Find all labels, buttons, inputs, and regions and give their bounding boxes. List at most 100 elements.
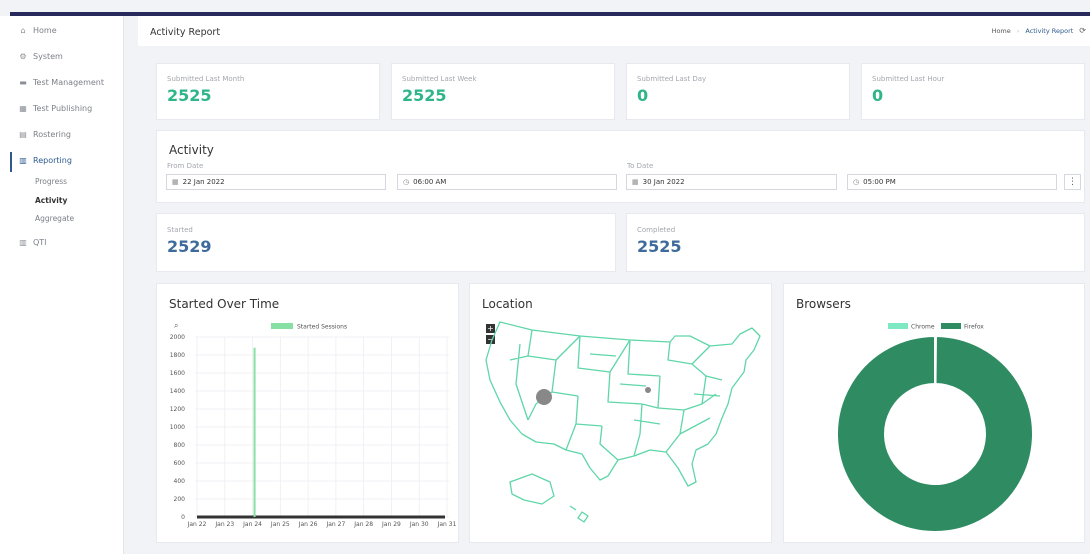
stat-card-last-hour: Submitted Last Hour 0 bbox=[861, 63, 1085, 120]
sidebar-subitem-progress[interactable]: Progress bbox=[35, 177, 67, 186]
x-tick-label: Jan 22 bbox=[187, 521, 207, 528]
kebab-icon: ⋮ bbox=[1068, 177, 1077, 187]
sidebar-item-label: Home bbox=[33, 26, 57, 35]
stat-value: 2525 bbox=[402, 86, 447, 105]
stat-label: Submitted Last Day bbox=[637, 75, 707, 83]
from-time-input[interactable]: ◷ 06:00 AM bbox=[397, 174, 617, 190]
breadcrumb-separator-icon: › bbox=[1016, 26, 1020, 35]
y-tick-label: 1000 bbox=[170, 424, 185, 431]
completed-label: Completed bbox=[637, 226, 676, 234]
y-tick-label: 1800 bbox=[170, 352, 185, 359]
sidebar-item-reporting[interactable]: ▥ Reporting bbox=[18, 156, 72, 165]
stat-label: Submitted Last Week bbox=[402, 75, 477, 83]
sidebar-item-label: System bbox=[33, 52, 63, 61]
to-date-label: To Date bbox=[627, 162, 654, 170]
to-date-input[interactable]: ▦ 30 Jan 2022 bbox=[626, 174, 837, 190]
breadcrumb-home[interactable]: Home bbox=[992, 27, 1011, 35]
stat-value: 2525 bbox=[167, 86, 212, 105]
x-tick-label: Jan 23 bbox=[214, 521, 234, 528]
completed-card: Completed 2525 bbox=[626, 213, 1085, 272]
legend-swatch-firefox bbox=[941, 323, 961, 329]
y-tick-label: 600 bbox=[174, 460, 186, 467]
sidebar-item-label: Rostering bbox=[33, 130, 71, 139]
location-marker-small bbox=[645, 387, 651, 393]
y-tick-label: 1600 bbox=[170, 370, 185, 377]
sidebar-item-system[interactable]: ⚙ System bbox=[18, 52, 63, 61]
publish-icon: ▦ bbox=[19, 104, 27, 113]
legend-swatch-chrome bbox=[888, 323, 908, 329]
sidebar-item-label: Test Management bbox=[33, 78, 104, 87]
hawaii-shape bbox=[569, 505, 589, 523]
home-icon: ⌂ bbox=[20, 26, 26, 35]
started-over-time-card: Started Over Time ⌕ Started Sessions 0 200… bbox=[156, 283, 459, 543]
from-date-label: From Date bbox=[167, 162, 204, 170]
started-value: 2529 bbox=[167, 237, 212, 256]
us-outline bbox=[485, 321, 761, 487]
x-tick-label: Jan 28 bbox=[353, 521, 373, 528]
breadcrumb-current: Activity Report bbox=[1025, 26, 1074, 35]
calendar-icon: ▦ bbox=[632, 178, 639, 186]
folder-icon: ▬ bbox=[19, 78, 27, 87]
x-tick-label: Jan 30 bbox=[409, 521, 429, 528]
sidebar-subitem-activity[interactable]: Activity bbox=[35, 196, 67, 205]
more-options-button[interactable]: ⋮ bbox=[1064, 174, 1081, 190]
sidebar-item-home[interactable]: ⌂ Home bbox=[18, 26, 57, 35]
location-card: Location + − bbox=[469, 283, 772, 543]
page-title: Activity Report bbox=[150, 27, 221, 38]
x-tick-label: Jan 31 bbox=[437, 521, 457, 528]
sidebar-item-test-publishing[interactable]: ▦ Test Publishing bbox=[18, 104, 92, 113]
started-card: Started 2529 bbox=[156, 213, 616, 272]
browsers-chart: Chrome Firefox bbox=[836, 323, 1034, 533]
x-tick-label: Jan 25 bbox=[270, 521, 290, 528]
legend-label-chrome: Chrome bbox=[911, 324, 935, 331]
active-indicator bbox=[10, 152, 12, 172]
clock-icon: ◷ bbox=[853, 178, 860, 186]
y-tick-label: 800 bbox=[174, 442, 186, 449]
from-date-value: 22 Jan 2022 bbox=[182, 178, 225, 186]
refresh-icon[interactable]: ⟳ bbox=[1079, 26, 1086, 35]
browsers-card: Browsers Chrome Firefox bbox=[783, 283, 1085, 543]
sidebar-item-label: Reporting bbox=[33, 156, 72, 165]
y-tick-label: 400 bbox=[174, 478, 186, 485]
legend-swatch-started-sessions bbox=[271, 323, 293, 329]
x-tick-label: Jan 27 bbox=[325, 521, 345, 528]
from-date-input[interactable]: ▦ 22 Jan 2022 bbox=[166, 174, 386, 190]
sidebar-item-qti[interactable]: ▥ QTI bbox=[18, 238, 47, 247]
y-tick-label: 200 bbox=[174, 496, 186, 503]
from-time-value: 06:00 AM bbox=[413, 178, 447, 186]
stat-label: Submitted Last Hour bbox=[872, 75, 945, 83]
activity-title: Activity bbox=[169, 143, 214, 157]
stat-value: 0 bbox=[637, 86, 649, 105]
y-tick-label: 2000 bbox=[170, 334, 185, 341]
location-marker-large bbox=[536, 389, 552, 405]
started-over-time-chart: Started Sessions 0 200 400 600 800 1000 1200 140… bbox=[170, 323, 457, 528]
completed-value: 2525 bbox=[637, 237, 682, 256]
sidebar-subitem-aggregate[interactable]: Aggregate bbox=[35, 214, 74, 223]
sidebar-item-rostering[interactable]: ▤ Rostering bbox=[18, 130, 71, 139]
sidebar bbox=[0, 16, 124, 554]
alaska-shape bbox=[509, 473, 555, 505]
activity-filter-card: Activity bbox=[156, 130, 1085, 203]
to-time-input[interactable]: ◷ 05:00 PM bbox=[847, 174, 1057, 190]
sidebar-item-label: Test Publishing bbox=[33, 104, 93, 113]
roster-icon: ▤ bbox=[19, 130, 27, 139]
calendar-icon: ▦ bbox=[172, 178, 179, 186]
stat-label: Submitted Last Month bbox=[167, 75, 245, 83]
stat-card-last-week: Submitted Last Week 2525 bbox=[391, 63, 615, 120]
page-header: Activity Report Home › Activity Report ⟳ bbox=[138, 16, 1090, 46]
slice-firefox bbox=[836, 334, 1034, 533]
x-tick-label: Jan 24 bbox=[242, 521, 262, 528]
stat-card-last-month: Submitted Last Month 2525 bbox=[156, 63, 380, 120]
clock-icon: ◷ bbox=[403, 178, 410, 186]
sidebar-item-label: QTI bbox=[33, 238, 47, 247]
breadcrumb: Home › Activity Report ⟳ bbox=[992, 26, 1086, 35]
y-tick-label: 1400 bbox=[170, 388, 185, 395]
legend-label-started-sessions: Started Sessions bbox=[297, 324, 347, 331]
started-label: Started bbox=[167, 226, 193, 234]
sidebar-item-test-management[interactable]: ▬ Test Management bbox=[18, 78, 104, 87]
gear-icon: ⚙ bbox=[19, 52, 27, 61]
us-map bbox=[485, 321, 761, 523]
x-tick-label: Jan 29 bbox=[381, 521, 401, 528]
legend-label-firefox: Firefox bbox=[964, 324, 984, 331]
stat-value: 0 bbox=[872, 86, 884, 105]
